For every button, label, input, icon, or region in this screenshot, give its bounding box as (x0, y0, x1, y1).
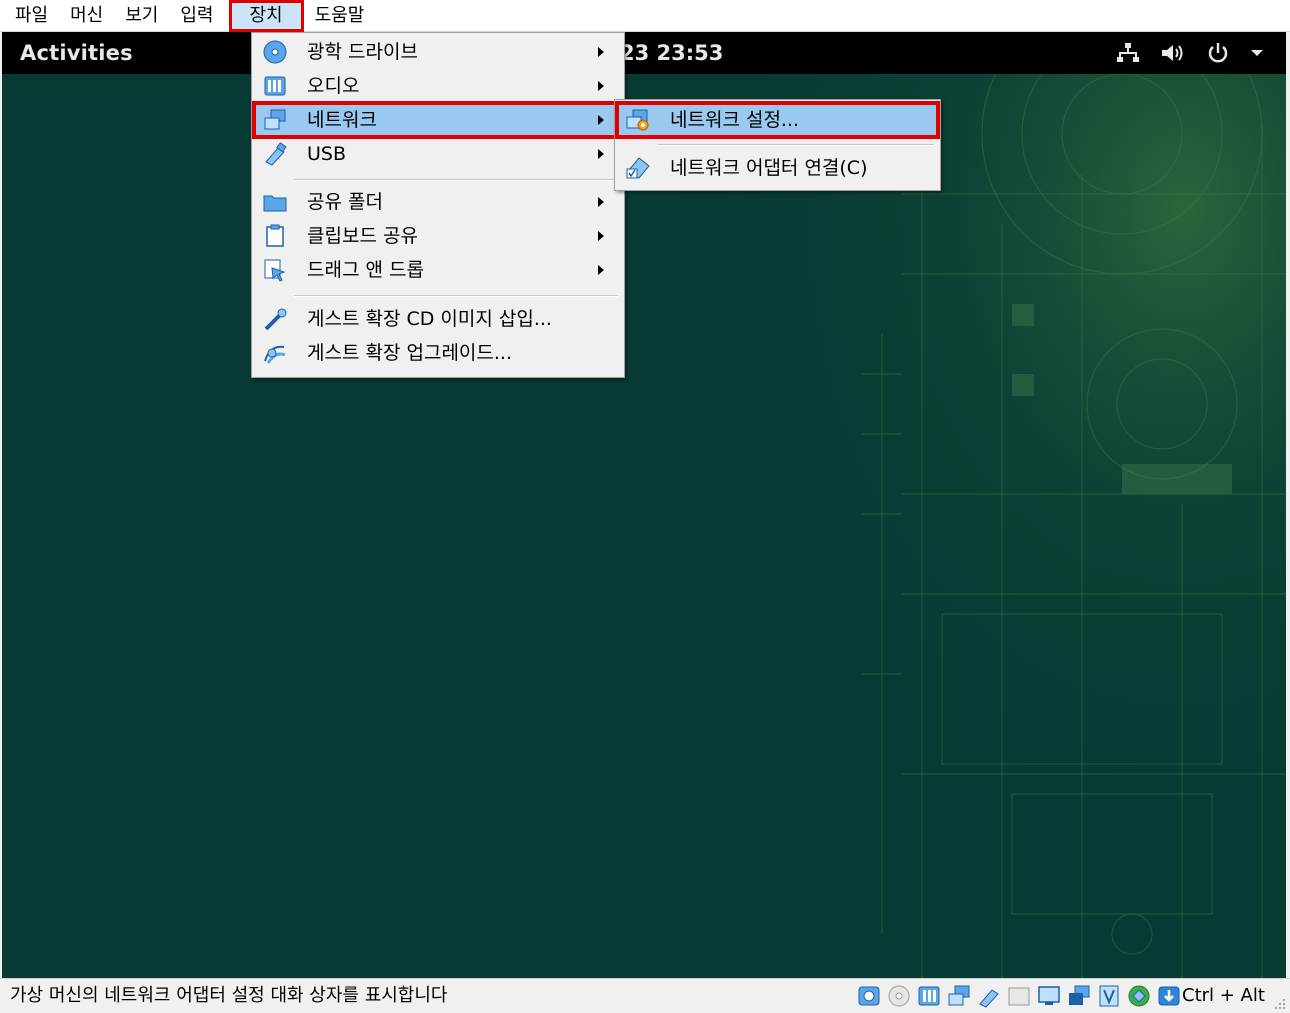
menu-item-drag-and-drop[interactable]: 드래그 앤 드롭 (254, 253, 622, 287)
menu-item-audio[interactable]: 오디오 (254, 69, 622, 103)
shared-folder-icon[interactable] (1006, 984, 1032, 1008)
menu-item-label: 드래그 앤 드롭 (307, 259, 424, 281)
menu-item-shared-folders[interactable]: 공유 폴더 (254, 185, 622, 219)
network-settings-icon (625, 108, 651, 132)
menu-item-label: 오디오 (307, 75, 360, 97)
system-tray[interactable] (1116, 32, 1264, 74)
menu-separator (294, 179, 618, 181)
dropdown-arrow-icon[interactable] (1250, 48, 1264, 58)
submenu-arrow-icon (598, 197, 604, 207)
usb-icon (262, 142, 288, 166)
menu-item-optical-drive[interactable]: 광학 드라이브 (254, 35, 622, 69)
menu-item-label: 광학 드라이브 (307, 41, 418, 63)
status-indicators (856, 984, 1182, 1008)
menu-item-insert-guest-additions[interactable]: 게스트 확장 CD 이미지 삽입... (254, 302, 622, 336)
host-key-indicator[interactable]: Ctrl + Alt (1182, 979, 1265, 1013)
clock[interactable]: 23 23:53 (620, 32, 723, 74)
menu-help[interactable]: 도움말 (304, 0, 376, 32)
network-adapter-icon (262, 108, 288, 132)
power-icon[interactable] (1206, 41, 1230, 65)
menu-file[interactable]: 파일 (4, 0, 59, 32)
submenu-arrow-icon (598, 81, 604, 91)
submenu-arrow-icon (598, 47, 604, 57)
gnome-top-bar: Activities 23 23:53 (2, 32, 1286, 74)
menu-item-label: 네트워크 어댑터 연결(C) (670, 157, 868, 179)
submenu-arrow-icon (598, 265, 604, 275)
menu-item-usb[interactable]: USB (254, 137, 622, 171)
clipboard-icon (262, 224, 288, 248)
shared-folder-icon (262, 190, 288, 214)
keyboard-capture-icon[interactable] (1156, 984, 1182, 1008)
menu-item-label: 네트워크 (307, 109, 377, 131)
status-text: 가상 머신의 네트워크 어댑터 설정 대화 상자를 표시합니다 (10, 985, 448, 1006)
menu-devices[interactable]: 장치 (228, 0, 304, 32)
audio-icon (262, 74, 288, 98)
menu-item-upgrade-guest-additions[interactable]: 게스트 확장 업그레이드... (254, 336, 622, 370)
menu-item-clipboard[interactable]: 클립보드 공유 (254, 219, 622, 253)
menu-item-label: 공유 폴더 (307, 191, 383, 213)
network-icon[interactable] (1116, 42, 1140, 64)
menu-input[interactable]: 입력 (169, 0, 224, 32)
network-connect-icon (625, 156, 651, 180)
mouse-integration-icon[interactable] (1126, 984, 1152, 1008)
resize-grip-icon[interactable] (1274, 998, 1286, 1010)
submenu-arrow-icon (598, 115, 604, 125)
optical-drive-icon (262, 40, 288, 64)
drag-drop-icon (262, 258, 288, 282)
optical-disk-icon[interactable] (886, 984, 912, 1008)
submenu-arrow-icon (598, 231, 604, 241)
volume-icon[interactable] (1160, 42, 1186, 64)
network-icon[interactable] (946, 984, 972, 1008)
menu-item-network-settings[interactable]: 네트워크 설정... (615, 101, 940, 139)
menu-item-connect-network-adapter[interactable]: 네트워크 어댑터 연결(C) (617, 151, 938, 185)
menu-item-label: 게스트 확장 CD 이미지 삽입... (307, 308, 552, 330)
menu-item-label: 네트워크 설정... (670, 109, 800, 131)
display-icon[interactable] (1036, 984, 1062, 1008)
menu-machine[interactable]: 머신 (59, 0, 114, 32)
activities-button[interactable]: Activities (2, 41, 133, 65)
menu-item-label: 게스트 확장 업그레이드... (307, 342, 512, 364)
vbox-menubar: 파일 머신 보기 입력 장치 도움말 (0, 0, 1290, 32)
devices-menu: 광학 드라이브 오디오 네트워크 USB 공유 폴더 클립보드 공유 드래그 앤… (251, 32, 625, 378)
submenu-arrow-icon (598, 149, 604, 159)
guest-additions-cd-icon (262, 307, 288, 331)
network-submenu: 네트워크 설정... 네트워크 어댑터 연결(C) (614, 99, 941, 191)
desktop-wallpaper (2, 74, 1286, 978)
hard-disk-icon[interactable] (856, 984, 882, 1008)
video-capture-icon[interactable] (1066, 984, 1092, 1008)
menu-item-network[interactable]: 네트워크 (252, 101, 624, 139)
menu-item-label: 클립보드 공유 (307, 225, 418, 247)
menu-separator (294, 295, 618, 297)
menu-separator (657, 144, 934, 146)
guest-additions-upgrade-icon (262, 341, 288, 365)
vbox-status-bar: 가상 머신의 네트워크 어댑터 설정 대화 상자를 표시합니다 Ctrl + A… (0, 978, 1290, 1013)
usb-icon[interactable] (976, 984, 1002, 1008)
menu-item-label: USB (307, 143, 347, 165)
virtualization-icon[interactable] (1096, 984, 1122, 1008)
audio-icon[interactable] (916, 984, 942, 1008)
menu-view[interactable]: 보기 (114, 0, 169, 32)
